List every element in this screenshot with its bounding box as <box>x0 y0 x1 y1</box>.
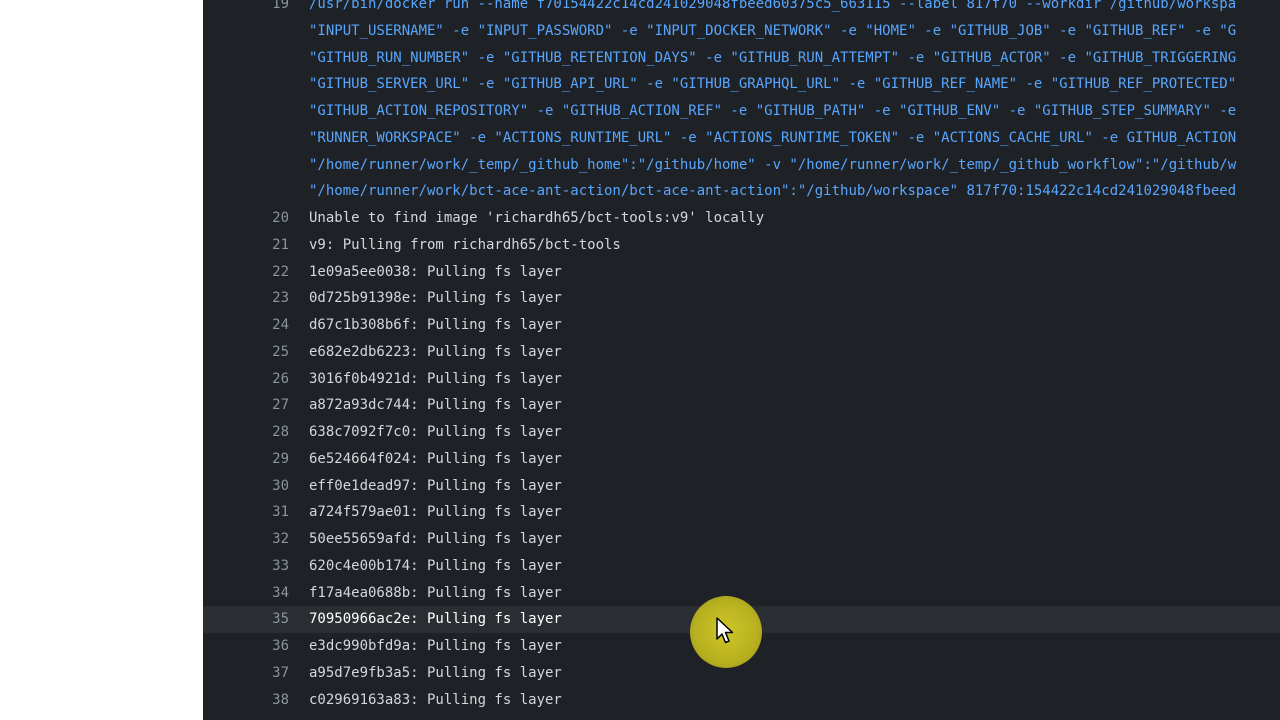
mouse-pointer-icon <box>716 617 734 644</box>
log-line-text: f17a4ea0688b: Pulling fs layer <box>309 584 562 601</box>
log-line-text: a724f579ae01: Pulling fs layer <box>309 504 562 521</box>
line-number-link[interactable]: 29 <box>225 446 289 473</box>
log-line[interactable]: 31 a724f579ae01: Pulling fs layer <box>203 499 1280 526</box>
log-line[interactable]: 24 d67c1b308b6f: Pulling fs layer <box>203 312 1280 339</box>
log-line-text: a95d7e9fb3a5: Pulling fs layer <box>309 664 562 681</box>
log-line-text: a872a93dc744: Pulling fs layer <box>309 397 562 414</box>
log-line[interactable]: 33 620c4e00b174: Pulling fs layer <box>203 553 1280 580</box>
log-line[interactable]: "GITHUB_RUN_NUMBER" -e "GITHUB_RETENTION… <box>203 45 1280 72</box>
log-line-text: c02969163a83: Pulling fs layer <box>309 691 562 708</box>
log-line-text: "GITHUB_ACTION_REPOSITORY" -e "GITHUB_AC… <box>309 103 1237 119</box>
log-line[interactable]: 19/usr/bin/docker run --name f70154422c1… <box>203 0 1280 18</box>
line-number-link[interactable]: 23 <box>225 285 289 312</box>
line-number-link[interactable]: 32 <box>225 526 289 553</box>
log-line-text: e3dc990bfd9a: Pulling fs layer <box>309 638 562 654</box>
log-line[interactable]: 30 eff0e1dead97: Pulling fs layer <box>203 473 1280 500</box>
line-number-link[interactable]: 28 <box>225 419 289 446</box>
line-number-link[interactable]: 34 <box>225 580 289 607</box>
log-line[interactable]: "INPUT_USERNAME" -e "INPUT_PASSWORD" -e … <box>203 18 1280 45</box>
log-line-text: "GITHUB_RUN_NUMBER" -e "GITHUB_RETENTION… <box>309 49 1237 66</box>
line-number-link[interactable]: 38 <box>225 687 289 714</box>
log-line[interactable]: 27 a872a93dc744: Pulling fs layer <box>203 392 1280 419</box>
log-line[interactable]: "GITHUB_ACTION_REPOSITORY" -e "GITHUB_AC… <box>203 98 1280 125</box>
line-number-link[interactable]: 19 <box>225 0 289 18</box>
log-line-text: 6e524664f024: Pulling fs layer <box>309 450 562 467</box>
log-line-text: 1e09a5ee0038: Pulling fs layer <box>309 263 562 280</box>
line-number-link[interactable]: 24 <box>225 312 289 339</box>
line-number-link[interactable]: 31 <box>225 499 289 526</box>
log-line-text: Unable to find image 'richardh65/bct-too… <box>309 210 765 226</box>
log-line-text: eff0e1dead97: Pulling fs layer <box>309 477 562 494</box>
log-line-text: d67c1b308b6f: Pulling fs layer <box>309 317 562 333</box>
log-line-text: e682e2db6223: Pulling fs layer <box>309 343 562 360</box>
log-line[interactable]: 25 e682e2db6223: Pulling fs layer <box>203 339 1280 366</box>
log-line-text: "GITHUB_SERVER_URL" -e "GITHUB_API_URL" … <box>309 76 1237 93</box>
line-number-link[interactable]: 27 <box>225 392 289 419</box>
line-number-link[interactable]: 21 <box>225 232 289 259</box>
log-line[interactable]: 21 v9: Pulling from richardh65/bct-tools <box>203 232 1280 259</box>
log-line[interactable]: "RUNNER_WORKSPACE" -e "ACTIONS_RUNTIME_U… <box>203 125 1280 152</box>
log-line-text: "INPUT_USERNAME" -e "INPUT_PASSWORD" -e … <box>309 22 1237 39</box>
log-line[interactable]: 20 Unable to find image 'richardh65/bct-t… <box>203 205 1280 232</box>
log-line[interactable]: "/home/runner/work/_temp/_github_home":"… <box>203 152 1280 179</box>
log-line-text: "/home/runner/work/bct-ace-ant-action/bc… <box>309 183 1237 200</box>
log-line-text: 70950966ac2e: Pulling fs layer <box>309 611 562 628</box>
line-number-link[interactable]: 22 <box>225 259 289 286</box>
line-number-link[interactable]: 35 <box>225 606 289 633</box>
log-line-text: 50ee55659afd: Pulling fs layer <box>309 531 562 547</box>
line-number-link[interactable]: 36 <box>225 633 289 660</box>
line-number-link[interactable]: 26 <box>225 366 289 393</box>
log-line[interactable]: 38 c02969163a83: Pulling fs layer <box>203 687 1280 714</box>
log-line[interactable]: 23 0d725b91398e: Pulling fs layer <box>203 285 1280 312</box>
log-line-text: 638c7092f7c0: Pulling fs layer <box>309 424 562 440</box>
log-line[interactable]: 22 1e09a5ee0038: Pulling fs layer <box>203 259 1280 286</box>
left-panel <box>0 0 203 720</box>
log-line[interactable]: "/home/runner/work/bct-ace-ant-action/bc… <box>203 178 1280 205</box>
log-line-text: /usr/bin/docker run --name f70154422c14c… <box>309 0 1237 12</box>
log-line-text: 0d725b91398e: Pulling fs layer <box>309 290 562 307</box>
line-number-link[interactable]: 20 <box>225 205 289 232</box>
log-line[interactable]: 32 50ee55659afd: Pulling fs layer <box>203 526 1280 553</box>
log-line-text: "/home/runner/work/_temp/_github_home":"… <box>309 156 1237 173</box>
line-number-link[interactable]: 37 <box>225 660 289 687</box>
log-line-text: 3016f0b4921d: Pulling fs layer <box>309 370 562 387</box>
log-line-text: v9: Pulling from richardh65/bct-tools <box>309 236 621 253</box>
line-number-link[interactable]: 30 <box>225 473 289 500</box>
log-line[interactable]: 29 6e524664f024: Pulling fs layer <box>203 446 1280 473</box>
log-line[interactable]: "GITHUB_SERVER_URL" -e "GITHUB_API_URL" … <box>203 71 1280 98</box>
line-number-link[interactable]: 25 <box>225 339 289 366</box>
log-line[interactable]: 26 3016f0b4921d: Pulling fs layer <box>203 366 1280 393</box>
log-line[interactable]: 28 638c7092f7c0: Pulling fs layer <box>203 419 1280 446</box>
log-line-text: "RUNNER_WORKSPACE" -e "ACTIONS_RUNTIME_U… <box>309 129 1237 146</box>
log-line-text: 620c4e00b174: Pulling fs layer <box>309 557 562 574</box>
line-number-link[interactable]: 33 <box>225 553 289 580</box>
